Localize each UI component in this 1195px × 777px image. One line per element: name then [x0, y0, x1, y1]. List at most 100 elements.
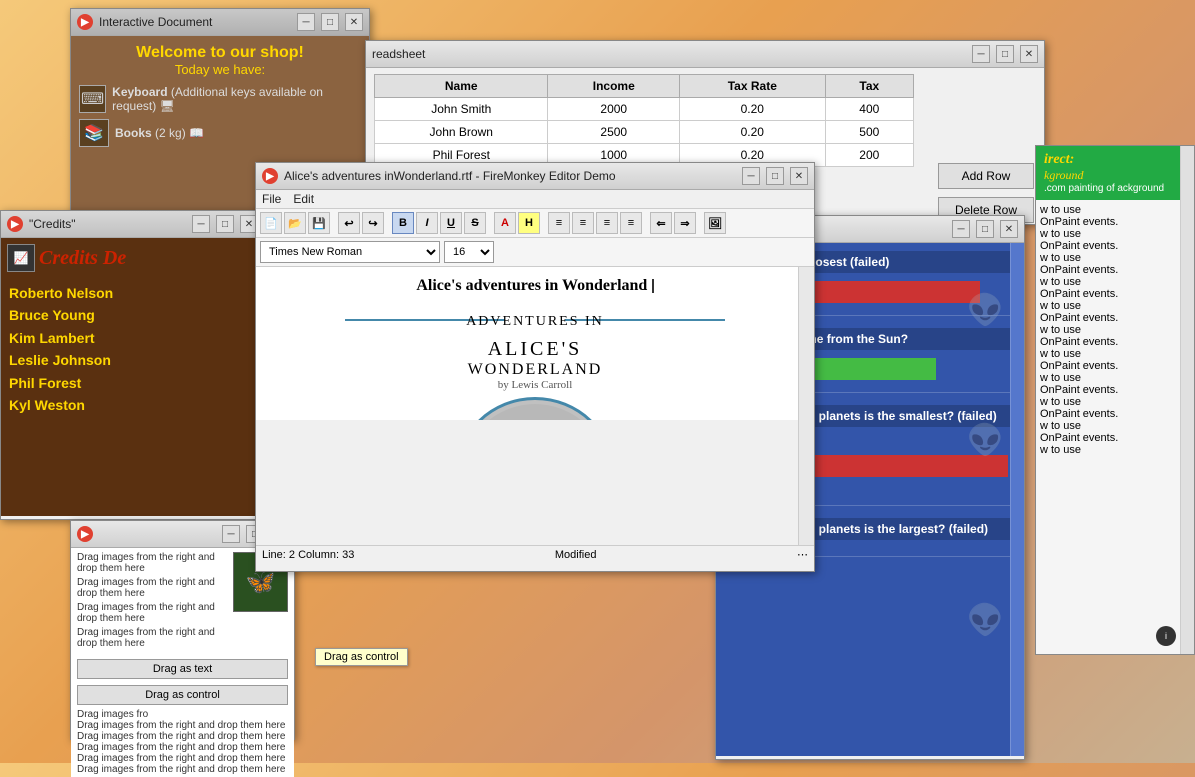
cell-taxrate: 0.20 [680, 98, 826, 121]
new-button[interactable]: 📄 [260, 212, 282, 234]
close-button[interactable]: ✕ [1020, 45, 1038, 63]
onpaint-indicator: i [1156, 626, 1176, 646]
onpaint-subheader: kground [1044, 168, 1186, 183]
shop-item-keyboard: ⌨ Keyboard (Additional keys available on… [79, 85, 361, 113]
strikethrough-button[interactable]: S [464, 212, 486, 234]
minimize-button[interactable]: ─ [192, 215, 210, 233]
size-select[interactable]: 16 [444, 241, 494, 263]
drag-buttons-area: Drag as text Drag as control [71, 653, 294, 707]
maximize-button[interactable]: □ [976, 220, 994, 238]
books-icon: 📚 [79, 119, 109, 147]
close-button[interactable]: ✕ [345, 13, 363, 31]
minimize-button[interactable]: ─ [297, 13, 315, 31]
onpaint-line: w to use [1040, 300, 1190, 312]
close-button[interactable]: ✕ [790, 167, 808, 185]
shop-today: Today we have: [79, 62, 361, 77]
redo-button[interactable]: ↪ [362, 212, 384, 234]
credit-name-1: Roberto Nelson [9, 282, 256, 304]
font-select[interactable]: Times New Roman [260, 241, 440, 263]
open-button[interactable]: 📂 [284, 212, 306, 234]
align-justify-button[interactable]: ≡ [620, 212, 642, 234]
drag-line-1: Drag images from the right and drop them… [77, 552, 227, 574]
editor-scrollbar[interactable] [798, 267, 814, 545]
onpaint-scrollbar[interactable] [1180, 146, 1194, 654]
onpaint-header: irect: [1044, 152, 1186, 168]
menu-file[interactable]: File [262, 192, 281, 206]
alien-icon-3: 👽 [967, 603, 1004, 638]
editor-text-area[interactable]: Alice's adventures in Wonderland ADVENTU… [256, 267, 814, 420]
close-button[interactable]: ✕ [1000, 220, 1018, 238]
svg-text:ADVENTURES IN: ADVENTURES IN [466, 314, 604, 329]
interactive-document-titlebar: ▶ Interactive Document ─ □ ✕ [71, 9, 369, 36]
minimize-button[interactable]: ─ [742, 167, 760, 185]
drag-line-4: Drag images from the right and drop them… [77, 627, 227, 649]
cell-income: 2000 [548, 98, 680, 121]
highlight-button[interactable]: H [518, 212, 540, 234]
drag-as-control-button[interactable]: Drag as control [77, 685, 288, 705]
book-subtitle: WONDERLAND [276, 361, 794, 379]
onpaint-line: OnPaint events. [1040, 432, 1190, 444]
insert-image-button[interactable]: 🖼 [704, 212, 726, 234]
menu-edit[interactable]: Edit [293, 192, 314, 206]
books-label: Books (2 kg) 📖 [115, 126, 204, 140]
onpaint-line: w to use [1040, 372, 1190, 384]
editor-menubar: File Edit [256, 190, 814, 209]
save-button[interactable]: 💾 [308, 212, 330, 234]
drag-line-3: Drag images from the right and drop them… [77, 602, 227, 624]
maximize-button[interactable]: □ [216, 215, 234, 233]
maximize-button[interactable]: □ [766, 167, 784, 185]
italic-button[interactable]: I [416, 212, 438, 234]
interactive-doc-content: Welcome to our shop! Today we have: ⌨ Ke… [71, 36, 369, 161]
align-left-button[interactable]: ≡ [548, 212, 570, 234]
editor-statusbar: Line: 2 Column: 33 Modified ⋯ [256, 545, 814, 563]
editor-window: ▶ Alice's adventures inWonderland.rtf - … [255, 162, 815, 572]
minimize-button[interactable]: ─ [222, 525, 240, 543]
drag-bottom-4: Drag images from the right and drop them… [77, 742, 288, 753]
credit-name-6: Kyl Weston [9, 394, 256, 416]
onpaint-line: OnPaint events. [1040, 216, 1190, 228]
bold-button[interactable]: B [392, 212, 414, 234]
minimize-button[interactable]: ─ [972, 45, 990, 63]
editor-titlebar: ▶ Alice's adventures inWonderland.rtf - … [256, 163, 814, 190]
indent-increase-button[interactable]: ⇒ [674, 212, 696, 234]
onpaint-lines: w to use OnPaint events. w to use OnPain… [1036, 200, 1194, 460]
col-header-income: Income [548, 75, 680, 98]
credits-icon: ▶ [7, 216, 23, 232]
status-dots: ⋯ [797, 548, 808, 561]
table-row: John Brown 2500 0.20 500 [375, 121, 914, 144]
editor-icon: ▶ [262, 168, 278, 184]
drag-icon: ▶ [77, 526, 93, 542]
table-row: John Smith 2000 0.20 400 [375, 98, 914, 121]
onpaint-line: OnPaint events. [1040, 264, 1190, 276]
credit-name-4: Leslie Johnson [9, 349, 256, 371]
credits-window: ▶ "Credits" ─ □ ✕ 📈 Credits De Roberto N… [0, 210, 265, 520]
drag-as-text-button[interactable]: Drag as text [77, 659, 288, 679]
onpaint-panel: irect: kground .com painting of ackgroun… [1035, 145, 1195, 655]
maximize-button[interactable]: □ [996, 45, 1014, 63]
cell-name: John Brown [375, 121, 548, 144]
editor-body: Alice's adventures in Wonderland ADVENTU… [256, 267, 814, 545]
undo-button[interactable]: ↩ [338, 212, 360, 234]
spreadsheet-titlebar: readsheet ─ □ ✕ [366, 41, 1044, 68]
quiz-scrollbar[interactable] [1010, 243, 1024, 756]
minimize-button[interactable]: ─ [952, 220, 970, 238]
doc-title-text: Alice's adventures in Wonderland [416, 277, 647, 294]
align-right-button[interactable]: ≡ [596, 212, 618, 234]
onpaint-line: OnPaint events. [1040, 360, 1190, 372]
cell-tax: 400 [825, 98, 913, 121]
maximize-button[interactable]: □ [321, 13, 339, 31]
status-modified: Modified [555, 549, 597, 561]
tooltip-text: Drag as control [324, 651, 399, 663]
add-row-button[interactable]: Add Row [938, 163, 1034, 189]
onpaint-line: w to use [1040, 324, 1190, 336]
keyboard-icon: ⌨ [79, 85, 106, 113]
onpaint-desc: .com painting of ackground [1044, 183, 1186, 194]
credits-content: 📈 Credits De Roberto Nelson Bruce Young … [1, 238, 264, 516]
onpaint-line: w to use [1040, 420, 1190, 432]
indent-decrease-button[interactable]: ⇐ [650, 212, 672, 234]
font-color-button[interactable]: A [494, 212, 516, 234]
onpaint-line: OnPaint events. [1040, 240, 1190, 252]
book-author: by Lewis Carroll [276, 379, 794, 391]
align-center-button[interactable]: ≡ [572, 212, 594, 234]
underline-button[interactable]: U [440, 212, 462, 234]
